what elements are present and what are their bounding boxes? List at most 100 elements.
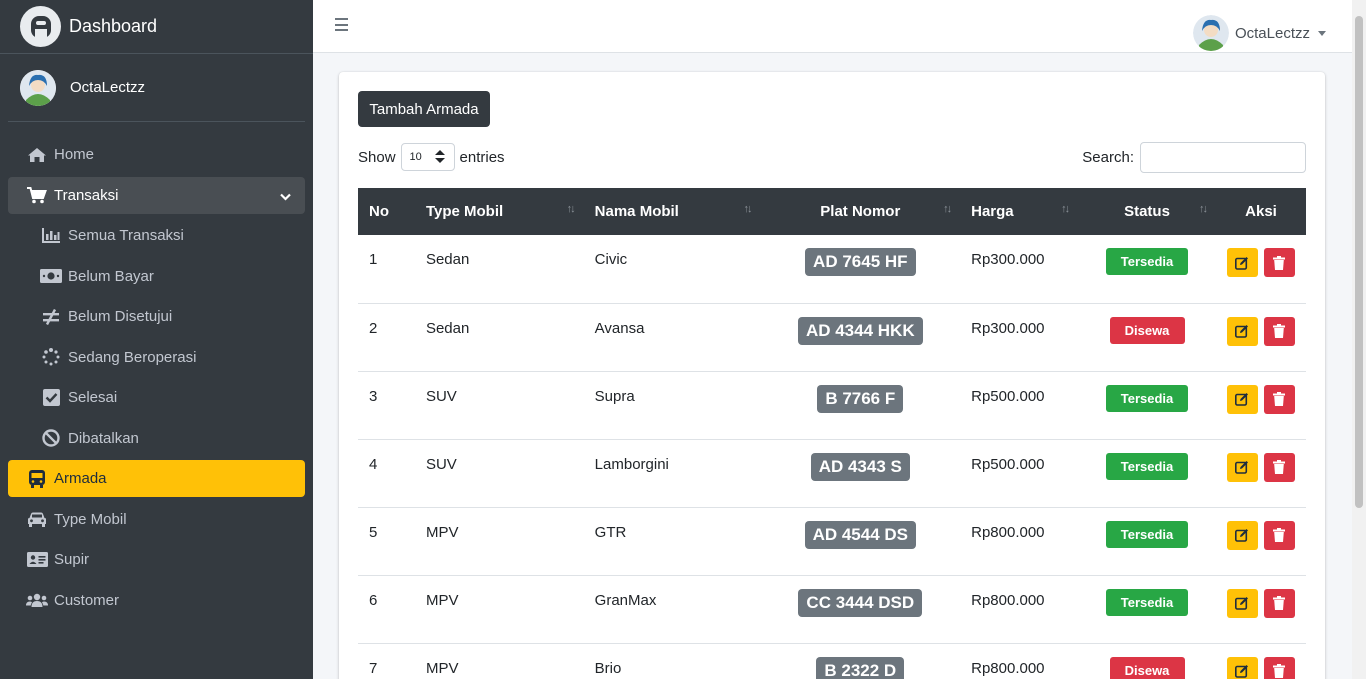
menu-toggle-icon[interactable] — [335, 18, 348, 31]
money-icon — [40, 266, 62, 286]
plate-badge: AD 4544 DS — [804, 520, 916, 549]
cell-price: Rp300.000 — [960, 235, 1079, 304]
cell-no: 7 — [358, 643, 415, 679]
delete-button[interactable] — [1263, 248, 1295, 277]
th-type-mobil[interactable]: Type Mobil ↑↓ — [414, 188, 584, 235]
delete-button[interactable] — [1263, 656, 1295, 679]
edit-button[interactable] — [1226, 656, 1258, 679]
sidebar-item-belum-bayar[interactable]: Belum Bayar — [8, 258, 305, 295]
entries-length: Show 10 entries — [358, 143, 505, 171]
cell-status: Tersedia — [1078, 507, 1216, 576]
sidebar-item-label: Customer — [54, 591, 120, 609]
th-plat-nomor[interactable]: Plat Nomor ↑↓ — [760, 188, 961, 235]
sidebar-item-type-mobil[interactable]: Type Mobil — [8, 501, 305, 538]
th-label: Type Mobil — [425, 203, 504, 220]
search-input[interactable] — [1140, 142, 1306, 173]
delete-button[interactable] — [1263, 452, 1295, 482]
table-row: 3 SUV Supra B 7766 F Rp500.000 Tersedia — [358, 371, 1306, 440]
cell-status: Disewa — [1078, 303, 1216, 372]
delete-button[interactable] — [1263, 384, 1295, 414]
plate-badge: B 2322 D — [816, 656, 905, 679]
add-armada-button[interactable]: Tambah Armada — [358, 91, 490, 127]
sidebar-item-home[interactable]: Home — [8, 136, 305, 173]
armada-table: No Type Mobil ↑↓ Nama Mobil ↑↓ Plat Nomor ↑… — [358, 188, 1306, 679]
cell-no: 2 — [358, 303, 415, 372]
top-user-name: OctaLectzz — [1234, 24, 1310, 42]
cell-name: GranMax — [583, 575, 761, 644]
cell-status: Tersedia — [1078, 371, 1216, 440]
users-icon — [26, 590, 48, 610]
edit-button[interactable] — [1226, 588, 1258, 618]
cell-price: Rp500.000 — [960, 439, 1079, 508]
th-label: Aksi — [1245, 203, 1277, 220]
sidebar-item-belum-disetujui[interactable]: Belum Disetujui — [8, 298, 305, 335]
edit-button[interactable] — [1226, 316, 1258, 346]
sidebar-item-selesai[interactable]: Selesai — [8, 379, 305, 416]
edit-button[interactable] — [1226, 248, 1258, 277]
cell-plate: AD 4544 DS — [760, 507, 961, 576]
delete-button[interactable] — [1263, 520, 1295, 550]
cell-no: 4 — [358, 439, 415, 508]
cell-price: Rp500.000 — [960, 371, 1079, 440]
home-icon — [26, 145, 48, 165]
table-row: 2 Sedan Avansa AD 4344 HKK Rp300.000 Dis… — [358, 303, 1306, 372]
brand-link[interactable]: Dashboard — [0, 0, 313, 54]
user-dropdown[interactable]: OctaLectzz — [1192, 15, 1326, 51]
edit-button[interactable] — [1226, 384, 1258, 414]
entries-select[interactable]: 10 — [400, 143, 455, 171]
sidebar-item-armada[interactable]: Armada — [8, 460, 305, 497]
edit-button[interactable] — [1226, 520, 1258, 550]
user-panel[interactable]: OctaLectzz — [8, 54, 305, 122]
cell-price: Rp800.000 — [960, 643, 1079, 679]
trash-icon — [1273, 460, 1286, 474]
brand-title: Dashboard — [69, 16, 158, 36]
sidebar-item-transaksi[interactable]: Transaksi — [8, 176, 305, 214]
cell-actions — [1215, 303, 1306, 372]
cell-actions — [1215, 507, 1306, 576]
caret-down-icon — [1318, 30, 1326, 36]
plate-badge: AD 7645 HF — [805, 248, 916, 276]
th-harga[interactable]: Harga ↑↓ — [960, 188, 1079, 235]
edit-button[interactable] — [1226, 452, 1258, 482]
edit-icon — [1235, 461, 1249, 474]
delete-button[interactable] — [1263, 588, 1295, 618]
bus-icon — [26, 469, 48, 489]
show-label: Show — [358, 148, 396, 166]
th-nama-mobil[interactable]: Nama Mobil ↑↓ — [583, 188, 761, 235]
cell-actions — [1215, 575, 1306, 644]
sidebar-item-semua-transaksi[interactable]: Semua Transaksi — [8, 217, 305, 254]
cell-price: Rp300.000 — [960, 303, 1079, 372]
sidebar-item-sedang-beroperasi[interactable]: Sedang Beroperasi — [8, 339, 305, 376]
cell-price: Rp800.000 — [960, 575, 1079, 644]
page-scrollbar[interactable] — [1352, 0, 1366, 679]
sidebar-item-dibatalkan[interactable]: Dibatalkan — [8, 420, 305, 457]
ban-icon — [40, 428, 62, 448]
trash-icon — [1273, 324, 1286, 338]
sidebar-item-supir[interactable]: Supir — [8, 541, 305, 578]
cell-no: 3 — [358, 371, 415, 440]
table-row: 1 Sedan Civic AD 7645 HF Rp300.000 Terse… — [358, 235, 1306, 304]
delete-button[interactable] — [1263, 316, 1295, 346]
not-equal-icon — [40, 307, 62, 327]
trash-icon — [1273, 528, 1286, 542]
scrollbar-thumb[interactable] — [1355, 16, 1363, 508]
status-badge: Tersedia — [1106, 520, 1189, 548]
cell-no: 6 — [358, 575, 415, 644]
plate-badge: AD 4343 S — [810, 452, 910, 481]
status-badge: Tersedia — [1106, 588, 1189, 616]
cell-type: MPV — [414, 507, 584, 576]
th-label: Plat Nomor — [820, 203, 901, 220]
sidebar-item-customer[interactable]: Customer — [8, 582, 305, 619]
sidebar-item-label: Belum Disetujui — [68, 308, 173, 325]
chevron-down-icon — [280, 188, 291, 205]
sidebar-item-label: Sedang Beroperasi — [68, 348, 197, 366]
th-no[interactable]: No — [358, 188, 415, 235]
th-status[interactable]: Status ↑↓ — [1078, 188, 1216, 235]
cell-status: Disewa — [1078, 643, 1216, 679]
table-row: 5 MPV GTR AD 4544 DS Rp800.000 Tersedia — [358, 507, 1306, 576]
chart-icon — [40, 226, 62, 246]
top-navbar: OctaLectzz — [313, 0, 1352, 53]
cell-plate: AD 4344 HKK — [760, 303, 961, 372]
sidebar-item-label: Supir — [54, 551, 90, 568]
table-search: Search: — [1082, 142, 1306, 173]
